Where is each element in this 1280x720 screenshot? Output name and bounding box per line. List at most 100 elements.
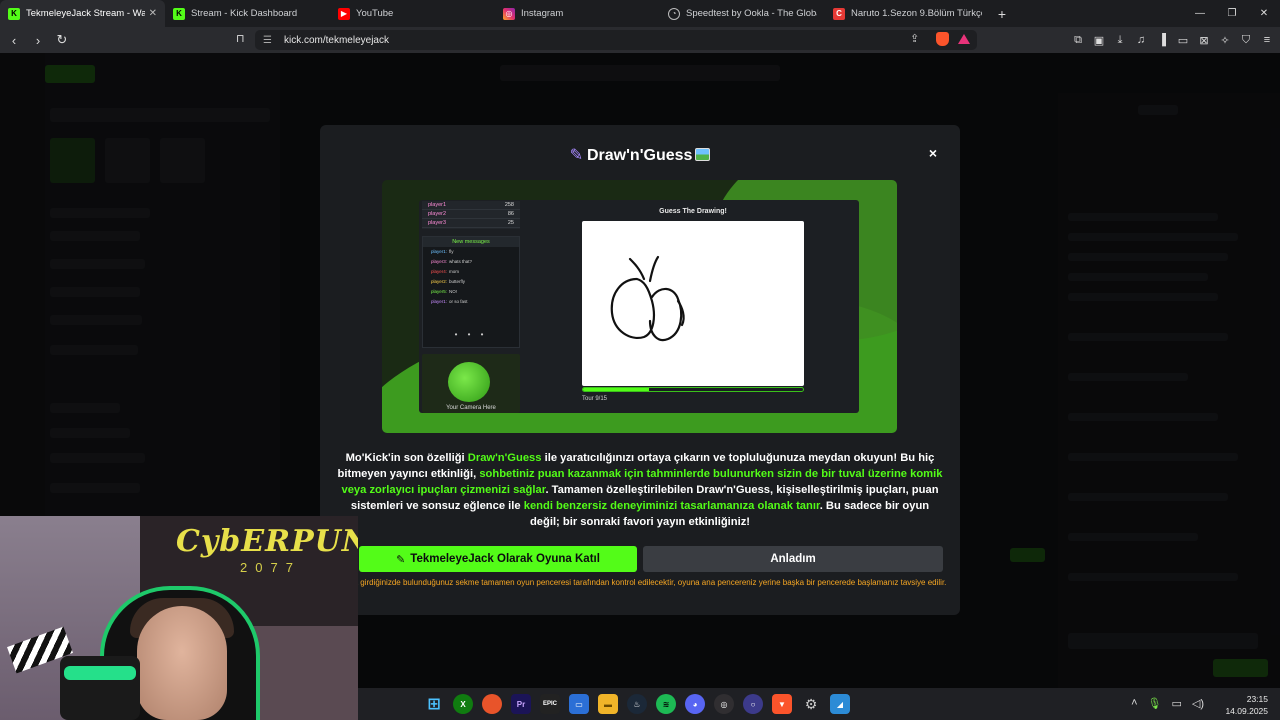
chat-user: player4: bbox=[431, 269, 448, 274]
tab-instagram[interactable]: ◎ Instagram bbox=[495, 0, 660, 27]
camera-label: Your Camera Here bbox=[446, 405, 496, 411]
kick-mascot-icon bbox=[448, 362, 490, 402]
system-tray: ˄ 🎙 ▭ ◁) bbox=[1131, 697, 1204, 710]
drawing-canvas bbox=[582, 221, 804, 386]
chat-line: player1: fly bbox=[423, 247, 519, 257]
taskbar-apps: ⊞ X Pr EPIC ▭ ▬ ♨ ≋ ◕ ◎ ○ ▼ ⚙ ◢ bbox=[424, 694, 850, 714]
picture-icon bbox=[695, 148, 711, 161]
forward-icon[interactable]: › bbox=[28, 30, 48, 50]
steam-icon[interactable]: ♨ bbox=[627, 694, 647, 714]
translate-icon[interactable]: ⊠ bbox=[1197, 31, 1211, 49]
modal-title-row: ✎ Draw'n'Guess bbox=[320, 145, 960, 165]
restore-button[interactable]: ❐ bbox=[1216, 0, 1248, 27]
volume-icon[interactable]: ◁) bbox=[1192, 697, 1204, 710]
close-window-button[interactable]: ✕ bbox=[1248, 0, 1280, 27]
brave-icon[interactable]: ▼ bbox=[772, 694, 792, 714]
close-tab-icon[interactable]: ✕ bbox=[149, 8, 157, 19]
poster-subtitle: 2077 bbox=[240, 560, 301, 575]
player-name: player2 bbox=[428, 211, 447, 217]
app-icon[interactable]: ○ bbox=[743, 694, 763, 714]
extensions-icon[interactable]: ⧉ bbox=[1071, 31, 1085, 49]
close-button[interactable]: × bbox=[926, 145, 940, 161]
app-icon[interactable]: ◢ bbox=[830, 694, 850, 714]
tab-kick-dashboard[interactable]: K Stream - Kick Dashboard bbox=[165, 0, 330, 27]
xbox-icon[interactable]: X bbox=[453, 694, 473, 714]
screenshot-icon[interactable]: ▣ bbox=[1092, 31, 1106, 49]
brave-rewards-icon[interactable] bbox=[958, 34, 970, 44]
bookmark-icon[interactable]: ⊓ bbox=[236, 32, 245, 45]
leo-ai-icon[interactable]: ✧ bbox=[1218, 31, 1232, 49]
modal-title: Draw'n'Guess bbox=[586, 147, 693, 164]
butterfly-drawing bbox=[610, 255, 685, 342]
score-row: player1 258 bbox=[422, 201, 520, 210]
chat-line: player4: mom bbox=[423, 267, 519, 277]
poster-title: CybERPUNK bbox=[176, 524, 358, 559]
chat-user: player2: bbox=[431, 279, 448, 284]
menu-icon[interactable]: ≡ bbox=[1260, 31, 1274, 49]
score-row: player2 86 bbox=[422, 210, 520, 219]
tab-title: Stream - Kick Dashboard bbox=[191, 8, 298, 19]
app-icon[interactable] bbox=[482, 694, 502, 714]
join-game-label: TekmeleyeJack Olarak Oyuna Katıl bbox=[410, 553, 600, 565]
chat-text: or so fast bbox=[449, 299, 468, 304]
kick-icon: K bbox=[8, 7, 20, 20]
monitor-icon[interactable]: ▭ bbox=[569, 694, 589, 714]
join-game-button[interactable]: ✎ TekmeleyeJack Olarak Oyuna Katıl bbox=[359, 546, 637, 572]
spotify-icon[interactable]: ≋ bbox=[656, 694, 676, 714]
chat-user: player5: bbox=[431, 289, 448, 294]
tab-title: Naruto 1.Sezon 9.Bölüm Türkçe Dubl bbox=[851, 8, 982, 19]
warning-note: a girdiğinizde bulunduğunuz sekme tamame… bbox=[353, 578, 947, 587]
back-icon[interactable]: ‹ bbox=[4, 30, 24, 50]
tab-speedtest[interactable]: ◔ Speedtest by Ookla - The Global Bro bbox=[660, 0, 825, 27]
reload-icon[interactable]: ↻ bbox=[52, 30, 72, 50]
round-label: Tour 9/15 bbox=[582, 396, 608, 402]
tab-title: YouTube bbox=[356, 8, 394, 19]
chat-line: player1: or so fast bbox=[423, 297, 519, 307]
new-tab-button[interactable]: + bbox=[990, 0, 1014, 27]
brave-shields-icon[interactable] bbox=[936, 32, 949, 46]
understood-button[interactable]: Anladım bbox=[643, 546, 943, 572]
instagram-icon: ◎ bbox=[503, 7, 515, 20]
windows-start-icon[interactable]: ⊞ bbox=[424, 694, 444, 714]
drawnguess-modal: ✎ Draw'n'Guess × player1 258 player2 86 pla… bbox=[320, 125, 960, 615]
player-name: player3 bbox=[428, 220, 447, 226]
discord-icon[interactable]: ◕ bbox=[685, 694, 705, 714]
chat-text: fly bbox=[449, 249, 454, 254]
site-info-icon[interactable]: ☰ bbox=[263, 35, 272, 46]
round-progress-bar bbox=[582, 387, 804, 392]
vpn-icon[interactable]: ⛉ bbox=[1239, 31, 1253, 49]
media-icon[interactable]: ♫ bbox=[1134, 31, 1148, 49]
desc-text: Mo'Kick'in son özelliği bbox=[345, 452, 468, 464]
sidebar-icon[interactable]: ▐ bbox=[1155, 31, 1169, 49]
clock[interactable]: 23:15 14.09.2025 bbox=[1212, 693, 1268, 717]
tab-naruto[interactable]: C Naruto 1.Sezon 9.Bölüm Türkçe Dubl bbox=[825, 0, 990, 27]
player-name: player1 bbox=[428, 202, 447, 208]
toolbar-icons: ⧉ ▣ ⤓ ♫ ▐ ▭ ⊠ ✧ ⛉ ≡ bbox=[1071, 31, 1274, 49]
carousel-dots: • • • bbox=[454, 330, 488, 339]
clock-date: 14.09.2025 bbox=[1225, 706, 1268, 716]
chevron-up-icon[interactable]: ˄ bbox=[1131, 697, 1137, 710]
minimize-button[interactable]: — bbox=[1184, 0, 1216, 27]
chat-text: whats that? bbox=[449, 259, 473, 264]
tab-youtube[interactable]: ▶ YouTube bbox=[330, 0, 495, 27]
network-icon[interactable]: ▭ bbox=[1171, 697, 1181, 710]
file-explorer-icon[interactable]: ▬ bbox=[598, 694, 618, 714]
game-preview-image: player1 258 player2 86 player3 25 New messa… bbox=[382, 180, 897, 433]
obs-icon[interactable]: ◎ bbox=[714, 694, 734, 714]
download-icon[interactable]: ⤓ bbox=[1113, 31, 1127, 49]
camera-placeholder: Your Camera Here bbox=[422, 354, 520, 413]
url-field[interactable]: ☰ kick.com/tekmeleyejack bbox=[255, 30, 977, 50]
chat-line: player3: whats that? bbox=[423, 257, 519, 267]
premiere-icon[interactable]: Pr bbox=[511, 694, 531, 714]
share-icon[interactable]: ⇪ bbox=[910, 32, 919, 45]
tab-tekmeleyejack-stream[interactable]: K TekmeleyeJack Stream - Watch L ✕ bbox=[0, 0, 165, 27]
player-score: 25 bbox=[507, 220, 514, 226]
microphone-icon[interactable]: 🎙 bbox=[1148, 697, 1162, 710]
chat-header: New messages bbox=[423, 237, 519, 247]
address-bar-row: ‹ › ↻ ⊓ ☰ kick.com/tekmeleyejack ⇪ ⧉ ▣ ⤓… bbox=[0, 27, 1280, 53]
wallet-icon[interactable]: ▭ bbox=[1176, 31, 1190, 49]
clock-time: 23:15 bbox=[1246, 694, 1268, 704]
settings-icon[interactable]: ⚙ bbox=[801, 694, 821, 714]
epic-games-icon[interactable]: EPIC bbox=[540, 694, 560, 714]
streamer-face bbox=[137, 606, 227, 720]
